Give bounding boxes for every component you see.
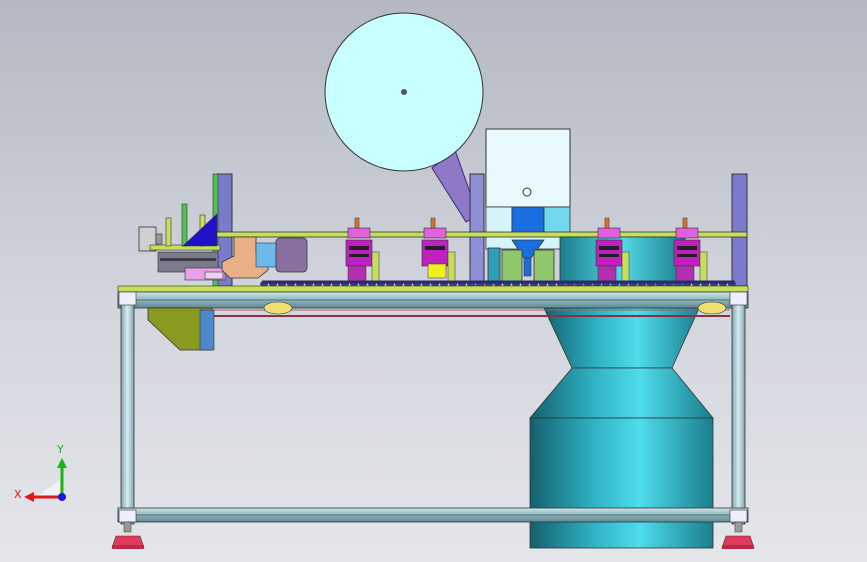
right-upright-column[interactable] <box>731 173 748 287</box>
left-cylinder-rod-1[interactable] <box>165 217 172 247</box>
left-sprocket[interactable] <box>263 301 293 315</box>
blue-guide-block[interactable] <box>255 242 279 268</box>
center-green-block-left[interactable] <box>501 249 523 283</box>
left-leg-bottom-joint[interactable] <box>118 509 137 523</box>
actuator-station-1[interactable] <box>345 217 380 283</box>
triad-y-arrow-icon <box>57 458 67 468</box>
nozzle-tip[interactable] <box>523 257 532 277</box>
housing-lower-right[interactable] <box>543 206 571 236</box>
reel-hub[interactable] <box>401 89 407 95</box>
left-leg[interactable] <box>120 291 135 525</box>
triad-x-arrow-icon <box>24 492 34 502</box>
actuator-station-4[interactable] <box>673 217 708 283</box>
right-leg[interactable] <box>731 291 746 525</box>
triad-xz-plane-icon <box>36 480 60 497</box>
upper-housing-box[interactable] <box>485 128 571 208</box>
housing-lower-left[interactable] <box>485 206 513 236</box>
purple-gear-box[interactable] <box>275 237 308 273</box>
drive-motor-face[interactable] <box>199 309 215 351</box>
table-top-rail[interactable] <box>117 285 749 293</box>
machine-assembly-front-view[interactable] <box>0 0 867 562</box>
right-leg-top-joint[interactable] <box>729 291 748 306</box>
left-motor-shaft[interactable] <box>155 233 163 245</box>
triad-y-label: Y <box>57 443 64 456</box>
right-sprocket[interactable] <box>697 301 727 315</box>
left-roller-stripe[interactable] <box>160 258 216 261</box>
left-leveling-foot[interactable] <box>111 521 145 549</box>
right-leg-bottom-joint[interactable] <box>729 509 748 523</box>
center-base-block[interactable] <box>487 247 501 285</box>
hopper-cylinder[interactable] <box>529 417 714 549</box>
center-green-block-right[interactable] <box>533 249 555 283</box>
triad-z-origin-icon <box>58 493 66 501</box>
hopper-lower-cone[interactable] <box>529 367 714 419</box>
housing-lower-blue[interactable] <box>511 206 545 236</box>
left-feeder-tip[interactable] <box>204 271 224 280</box>
middle-upright-column[interactable] <box>469 173 485 287</box>
triad-x-label: X <box>14 488 22 501</box>
top-mount-plate[interactable] <box>214 231 748 238</box>
left-cylinder-rod-2[interactable] <box>181 203 188 247</box>
cad-graphics-viewport[interactable]: X Y <box>0 0 867 562</box>
left-leg-top-joint[interactable] <box>118 291 137 306</box>
coordinate-triad <box>24 458 67 502</box>
right-leveling-foot[interactable] <box>721 521 755 549</box>
actuator-station-2[interactable] <box>421 217 456 283</box>
